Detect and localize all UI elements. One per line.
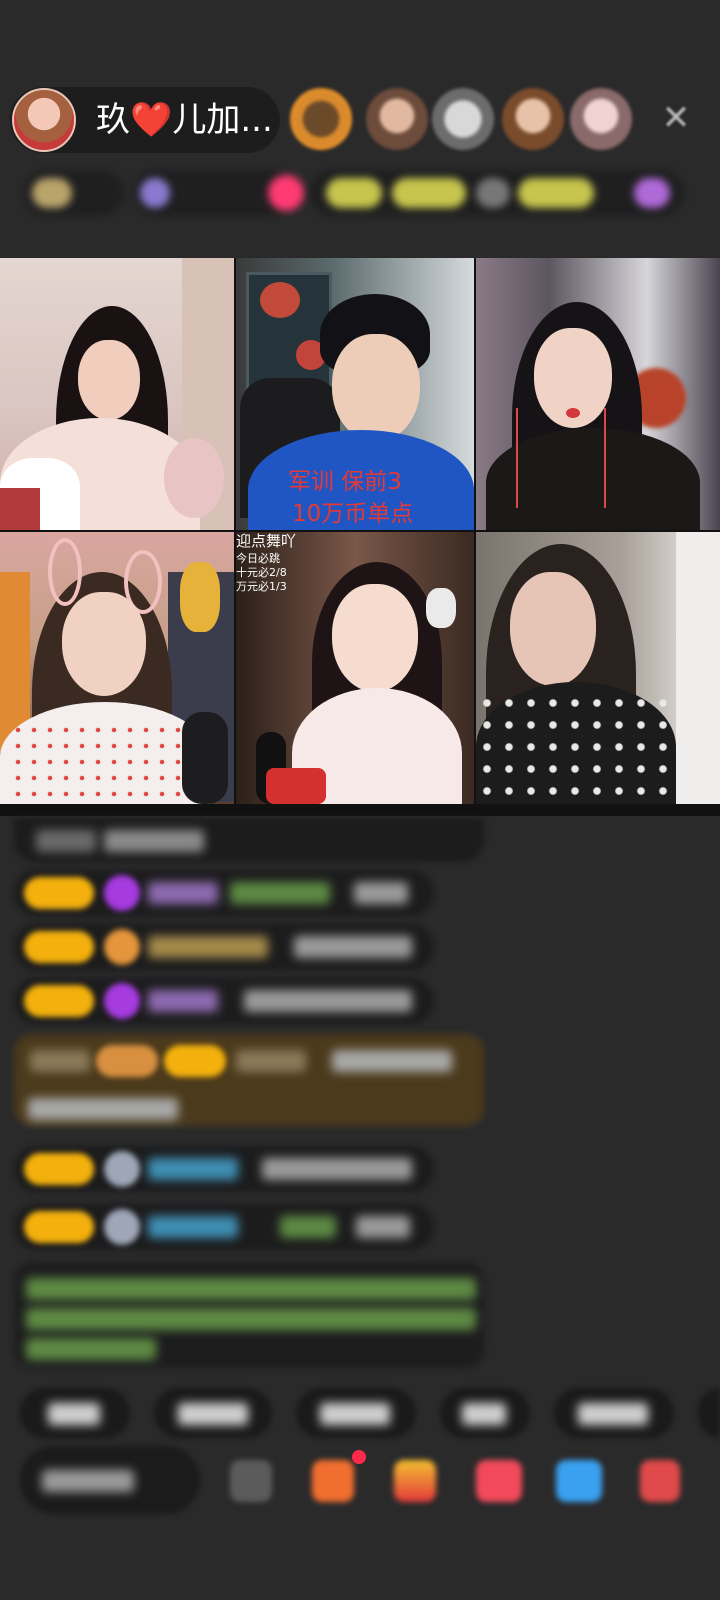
video-tile-6[interactable]	[476, 532, 720, 804]
level-badge	[24, 877, 94, 909]
viewer-avatar-5[interactable]	[570, 88, 632, 150]
level-badge	[96, 1045, 158, 1077]
video-tile-4[interactable]	[0, 532, 234, 804]
chat-username	[148, 1158, 238, 1180]
chat-message-text	[36, 830, 96, 852]
video-tile-5[interactable]: 迎点舞吖 今日必跳 十元必2/8 万元必1/3	[236, 532, 474, 804]
quick-chip-label	[320, 1403, 390, 1425]
video-tile-3[interactable]	[476, 258, 720, 530]
dance-menu-title: 迎点舞吖	[236, 532, 297, 550]
more-apps-icon[interactable]	[640, 1460, 680, 1502]
chat-message-text	[354, 882, 408, 904]
level-badge	[24, 985, 94, 1017]
host-avatar[interactable]	[12, 88, 76, 152]
close-icon[interactable]: ✕	[656, 98, 696, 138]
chat-message-text	[356, 1216, 410, 1238]
chat-username	[148, 990, 218, 1012]
viewer-avatar-1[interactable]	[290, 88, 352, 150]
level-badge	[24, 931, 94, 963]
task-tag-2	[392, 178, 466, 208]
viewer-avatar-3[interactable]	[432, 88, 494, 150]
avatar-icon	[104, 1209, 140, 1245]
chat-message-text	[30, 1050, 90, 1072]
quick-chip[interactable]	[698, 1388, 720, 1438]
rank-icon	[32, 178, 72, 208]
dance-menu-line-1: 今日必跳	[236, 552, 280, 565]
task-tag-3	[476, 178, 510, 208]
host-name[interactable]: 玖❤️儿加...	[96, 100, 273, 140]
video-caption-line-2: 10万币单点	[292, 501, 414, 527]
chat-message-text	[104, 830, 204, 852]
task-tag-1	[326, 178, 382, 208]
dance-menu-line-3: 万元必1/3	[236, 580, 287, 593]
viewer-avatar-2[interactable]	[366, 88, 428, 150]
video-grid: 军训 保前3 10万币单点 迎点舞吖 今日必跳 十元必2/8 万元必1/3	[0, 258, 720, 816]
quick-chip-label	[462, 1403, 506, 1425]
avatar-icon	[104, 1151, 140, 1187]
purple-gem-icon	[104, 875, 140, 911]
chat-username	[148, 882, 218, 904]
level-badge	[24, 1153, 94, 1185]
chat-message-text	[262, 1158, 412, 1180]
chat-message-text	[244, 990, 412, 1012]
video-tile-2[interactable]: 军训 保前3 10万币单点	[236, 258, 474, 530]
task-tag-4	[518, 178, 594, 208]
video-tile-1[interactable]	[0, 258, 234, 530]
chat-notice-text	[26, 1308, 476, 1330]
level-badge	[164, 1045, 226, 1077]
chat-username	[148, 1216, 238, 1238]
quick-chip-label	[178, 1403, 248, 1425]
chat-username	[148, 936, 268, 958]
chat-message-text	[294, 936, 412, 958]
chat-message-text	[230, 882, 330, 904]
gift-icon[interactable]	[394, 1460, 436, 1502]
level-badge	[24, 1211, 94, 1243]
purple-gem-icon	[104, 983, 140, 1019]
quick-chip-label	[578, 1403, 648, 1425]
chat-notice-text	[26, 1278, 476, 1300]
notification-dot	[352, 1450, 366, 1464]
chat-message-text	[28, 1098, 178, 1120]
chat-message-text	[280, 1216, 336, 1238]
orange-gift-icon	[104, 929, 140, 965]
gift-heart-icon[interactable]	[268, 175, 304, 211]
video-caption-line-1: 军训 保前3	[288, 469, 402, 495]
chat-username	[236, 1050, 306, 1072]
chat-notice-text	[26, 1338, 156, 1360]
game-icon[interactable]	[556, 1460, 602, 1502]
more-icon[interactable]	[634, 178, 670, 208]
shop-bag-icon[interactable]	[312, 1460, 354, 1502]
menu-icon[interactable]	[230, 1460, 272, 1502]
chat-input-placeholder	[42, 1470, 134, 1492]
viewer-avatar-4[interactable]	[502, 88, 564, 150]
quick-chip-label	[48, 1403, 100, 1425]
pk-icon[interactable]	[476, 1460, 522, 1502]
fan-club-icon	[140, 178, 170, 208]
chat-message-text	[332, 1050, 452, 1072]
dance-menu-line-2: 十元必2/8	[236, 566, 287, 579]
